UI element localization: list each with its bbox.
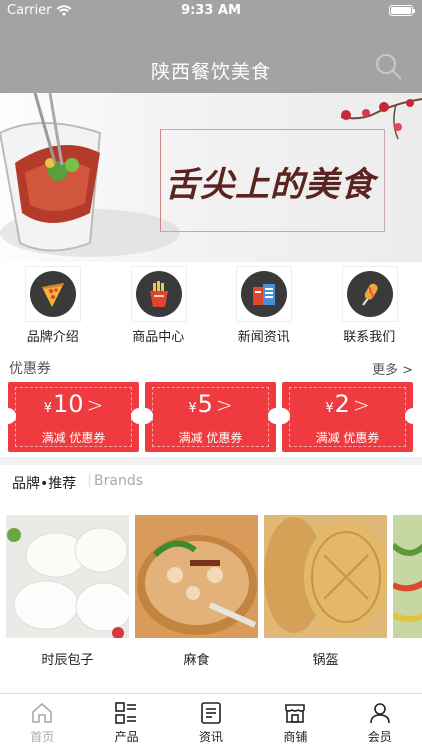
menu-contact-us[interactable]: 联系我们	[317, 262, 422, 354]
plum-blossom-decoration	[340, 98, 422, 140]
banner-food-image	[0, 93, 180, 257]
clock: 9:33 AM	[181, 3, 241, 18]
menu-product-center[interactable]: 商品中心	[106, 262, 212, 354]
coupon-card[interactable]: ¥2 > 满减 优惠券	[274, 382, 421, 452]
menu-brand-intro[interactable]: 品牌介绍	[0, 262, 106, 354]
menu-label: 品牌介绍	[26, 330, 79, 345]
coupon-section: 优惠券 更多 > ¥10 > 满减 优惠券 ¥5 > 满减 优惠券 ¥2 > 满减 优…	[0, 354, 422, 457]
grid-list-icon	[115, 702, 137, 724]
brand-card[interactable]: 麻食	[135, 515, 258, 693]
brand-card[interactable]: 锅盔	[264, 515, 387, 693]
tab-bar: 首页 产品 资讯 商铺 会员	[0, 693, 422, 750]
coupon-more-link[interactable]: 更多 >	[372, 359, 413, 378]
brand-name: 时辰包子	[41, 653, 94, 668]
brand-image	[393, 515, 422, 638]
coupon-amount: ¥10 >	[43, 390, 104, 418]
banner-slogan: 舌尖上的美食	[165, 165, 375, 205]
battery-icon	[389, 5, 415, 16]
brand-name: 麻食	[183, 653, 210, 668]
brand-card[interactable]: 时辰包子	[6, 515, 129, 693]
status-bar: Carrier 9:33 AM	[0, 0, 422, 22]
tab-home[interactable]: 首页	[0, 694, 84, 750]
tab-products[interactable]: 产品	[84, 694, 168, 750]
page-title: 陕西餐饮美食	[150, 61, 271, 83]
coupon-amount: ¥5 >	[188, 390, 233, 418]
brand-image	[264, 515, 387, 638]
header: Carrier 9:33 AM 陕西餐饮美食	[0, 0, 422, 93]
tab-label: 首页	[30, 730, 55, 744]
brand-image	[6, 515, 129, 638]
brand-name: 锅盔	[312, 653, 339, 668]
brand-image	[135, 515, 258, 638]
coupon-section-title: 优惠券	[9, 361, 51, 377]
brands-title: 品牌•推荐	[12, 476, 77, 492]
coupon-desc: 满减 优惠券	[315, 431, 380, 445]
brand-card[interactable]	[393, 515, 422, 693]
tab-label: 产品	[114, 730, 139, 744]
tab-label: 商铺	[283, 730, 308, 744]
pizza-icon	[26, 267, 80, 321]
tab-member[interactable]: 会员	[338, 694, 422, 750]
home-icon	[32, 702, 52, 723]
tab-news[interactable]: 资讯	[169, 694, 253, 750]
menu-label: 商品中心	[132, 330, 185, 345]
brands-section: 品牌•推荐 Brands 时辰包子 麻食 锅盔	[0, 465, 422, 693]
brands-subtitle: Brands	[89, 473, 143, 489]
tab-stores[interactable]: 商铺	[253, 694, 337, 750]
coupon-amount: ¥2 >	[325, 390, 370, 418]
news-icon	[237, 267, 291, 321]
quick-menu: 品牌介绍 商品中心 新闻资讯 联系我们	[0, 262, 422, 354]
tab-label: 资讯	[198, 730, 223, 744]
search-icon[interactable]	[374, 52, 404, 82]
promo-banner[interactable]: 舌尖上的美食	[0, 93, 422, 262]
user-icon	[369, 703, 390, 724]
tab-label: 会员	[367, 730, 392, 744]
coupon-desc: 满减 优惠券	[178, 431, 243, 445]
coupon-desc: 满减 优惠券	[41, 431, 106, 445]
menu-news[interactable]: 新闻资讯	[211, 262, 317, 354]
coupon-card[interactable]: ¥10 > 满减 优惠券	[0, 382, 147, 452]
menu-label: 联系我们	[343, 330, 396, 345]
corndog-icon	[342, 267, 397, 321]
coupon-card[interactable]: ¥5 > 满减 优惠券	[137, 382, 284, 452]
document-icon	[200, 702, 221, 724]
menu-label: 新闻资讯	[237, 330, 290, 345]
fries-icon	[131, 267, 186, 321]
store-icon	[285, 704, 305, 723]
